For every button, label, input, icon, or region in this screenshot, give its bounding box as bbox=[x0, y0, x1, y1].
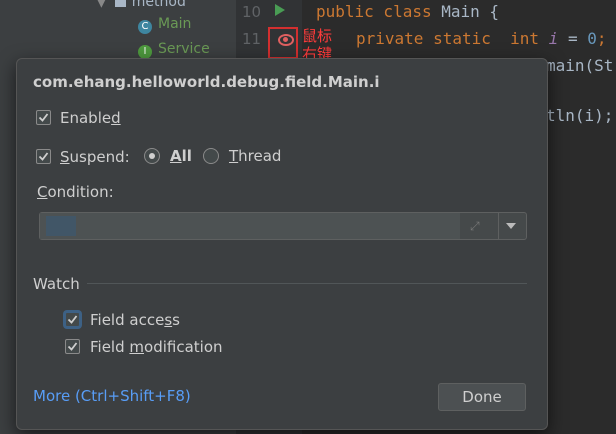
more-link[interactable]: More (Ctrl+Shift+F8) bbox=[33, 387, 191, 405]
suspend-all-radio[interactable] bbox=[144, 148, 160, 164]
tree-item-main[interactable]: C Main bbox=[138, 16, 191, 34]
run-icon[interactable] bbox=[275, 4, 285, 16]
enabled-checkbox[interactable] bbox=[36, 110, 51, 125]
tree-item-service[interactable]: I Service bbox=[138, 41, 210, 59]
expand-icon[interactable]: ⤢ bbox=[470, 219, 480, 234]
suspend-label[interactable]: Suspend: bbox=[60, 148, 130, 166]
chevron-down-icon[interactable]: ▼ bbox=[96, 0, 107, 10]
eye-icon bbox=[278, 34, 294, 46]
done-button[interactable]: Done bbox=[438, 383, 526, 411]
interface-icon: I bbox=[138, 45, 152, 59]
suspend-thread-label[interactable]: Thread bbox=[229, 147, 281, 165]
field-modification-label[interactable]: Field modification bbox=[90, 338, 223, 356]
code-line-11: private static int i = 0; bbox=[356, 29, 607, 48]
dropdown-arrow-icon[interactable] bbox=[506, 223, 516, 229]
code-line-12: main(St bbox=[546, 56, 614, 75]
condition-input[interactable]: ⤢ bbox=[39, 212, 527, 240]
field-watchpoint-icon[interactable] bbox=[268, 27, 298, 59]
watch-section-label: Watch bbox=[33, 275, 80, 293]
code-line-13: tln(i); bbox=[546, 106, 614, 125]
code-line-10: public class Main { bbox=[316, 2, 500, 21]
enabled-label[interactable]: Enabled bbox=[60, 109, 121, 127]
suspend-thread-radio[interactable] bbox=[203, 148, 219, 164]
dialog-title: com.ehang.helloworld.debug.field.Main.i bbox=[33, 73, 380, 91]
suspend-all-label[interactable]: All bbox=[170, 147, 192, 165]
field-access-checkbox[interactable] bbox=[65, 312, 80, 327]
field-modification-checkbox[interactable] bbox=[65, 339, 80, 354]
line-number: 10 bbox=[242, 3, 262, 21]
line-number: 11 bbox=[242, 30, 262, 48]
breakpoint-properties-popup: com.ehang.helloworld.debug.field.Main.i … bbox=[16, 58, 548, 430]
tree-folder-method[interactable]: ▼ method bbox=[96, 0, 186, 10]
class-icon: C bbox=[138, 20, 152, 34]
divider bbox=[87, 283, 527, 284]
condition-label: Condition: bbox=[37, 183, 114, 201]
condition-input-blurred-content bbox=[40, 213, 460, 239]
package-icon bbox=[114, 0, 126, 7]
suspend-checkbox[interactable] bbox=[36, 149, 51, 164]
field-access-label[interactable]: Field access bbox=[90, 311, 180, 329]
